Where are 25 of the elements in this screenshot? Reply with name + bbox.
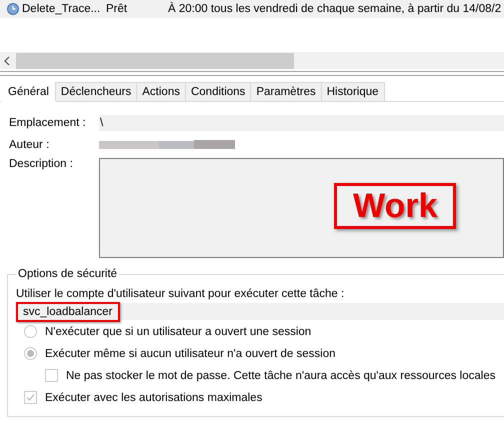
tab[interactable]: Actions [136, 82, 186, 101]
task-status: Prêt [106, 3, 128, 15]
user-account-value: svc_loadbalancer [16, 302, 120, 322]
scrollbar-thumb[interactable] [16, 52, 294, 68]
description-field[interactable]: Work [99, 158, 504, 258]
tab[interactable]: Historique [320, 82, 385, 101]
tab[interactable]: Conditions [184, 82, 252, 101]
task-row[interactable]: Delete_Trace... Prêt À 20:00 tous les vendredi de chaque semaine, à partir du 14/08/2 [0, 0, 504, 18]
option-label: Exécuter même si aucun utilisateur n'a ouvert de session [45, 348, 336, 360]
group-title: Options de sécurité [17, 268, 118, 280]
location-value: \ [99, 115, 504, 131]
field-label: Auteur : [9, 139, 50, 151]
account-label: Utiliser le compte d'utilisateur suivant pour exécuter cette tâche : [16, 288, 346, 300]
field-label: Emplacement : [9, 117, 87, 129]
field-label: Description : [9, 158, 74, 170]
work-annotation: Work [334, 183, 456, 229]
option-label: N'exécuter que si un utilisateur a ouvert une session [45, 326, 312, 338]
clock-icon [7, 3, 19, 15]
task-name: Delete_Trace... [22, 3, 102, 15]
option-label: Ne pas stocker le mot de passe. Cette tâche n'aura accès qu'aux ressources locales [66, 370, 496, 382]
option-label: Exécuter avec les autorisations maximales [45, 392, 262, 404]
task-trigger: À 20:00 tous les vendredi de chaque semaine, à partir du 14/08/2 [168, 3, 502, 15]
scroll-left-icon[interactable] [3, 56, 11, 66]
tab[interactable]: Déclencheurs [54, 82, 138, 101]
tab[interactable]: Paramètres [250, 82, 322, 101]
